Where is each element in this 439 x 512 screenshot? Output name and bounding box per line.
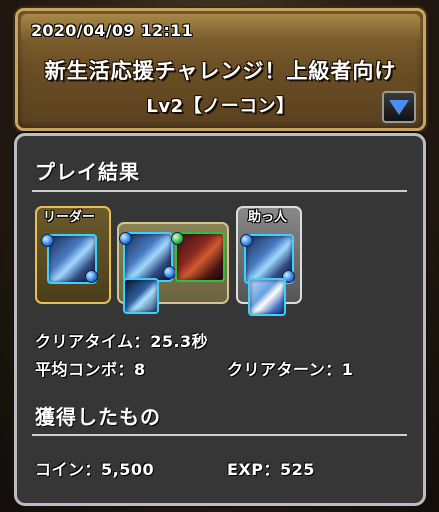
rewards-title: 獲得したもの bbox=[35, 405, 161, 429]
divider bbox=[32, 434, 407, 436]
average-combo-label: 平均コンボ： bbox=[35, 360, 135, 379]
clear-turn: クリアターン：1 bbox=[227, 356, 353, 380]
leader-slot[interactable]: リーダー bbox=[35, 206, 111, 304]
clear-time: クリアタイム：25.3秒 bbox=[35, 328, 208, 352]
clear-time-value: 25.3秒 bbox=[150, 332, 209, 351]
play-result-title: プレイ結果 bbox=[35, 160, 140, 184]
helper-assist-monster-icon[interactable] bbox=[248, 278, 286, 316]
clear-turn-label: クリアターン： bbox=[227, 360, 342, 379]
triangle-down-icon bbox=[389, 100, 409, 115]
dungeon-name: 新生活応援チャレンジ！上級者向け bbox=[44, 59, 397, 83]
sub-members-slot bbox=[117, 222, 229, 314]
attribute-orb-icon bbox=[41, 234, 54, 247]
sub-assist-monster-icon[interactable] bbox=[123, 278, 159, 314]
coin-reward: コイン：5,500 bbox=[35, 456, 154, 480]
attribute-orb-icon bbox=[85, 270, 98, 283]
dungeon-difficulty: Lv2【ノーコン】 bbox=[146, 96, 295, 117]
average-combo-value: 8 bbox=[134, 360, 146, 379]
exp-reward: EXP：525 bbox=[227, 456, 315, 480]
clear-time-label: クリアタイム： bbox=[35, 332, 151, 351]
dungeon-banner[interactable]: 2020/04/09 12:11 新生活応援チャレンジ！上級者向け Lv2【ノー… bbox=[15, 8, 426, 131]
coin-label: コイン： bbox=[35, 460, 102, 479]
attribute-orb-icon bbox=[171, 232, 184, 245]
coin-value: 5,500 bbox=[101, 460, 155, 479]
attribute-orb-icon bbox=[240, 234, 253, 247]
average-combo: 平均コンボ：8 bbox=[35, 356, 146, 380]
clear-turn-value: 1 bbox=[341, 360, 354, 379]
result-panel: プレイ結果 リーダー 助っ人 クリアタイム：25.3秒 平均コンボ：8 クリアタ… bbox=[14, 133, 426, 506]
dropdown-button[interactable] bbox=[382, 91, 416, 123]
helper-slot[interactable]: 助っ人 bbox=[236, 206, 302, 316]
exp-label: EXP： bbox=[227, 460, 280, 479]
helper-tag: 助っ人 bbox=[248, 210, 288, 225]
exp-value: 525 bbox=[280, 460, 315, 479]
leader-tag: リーダー bbox=[43, 210, 96, 225]
attribute-orb-icon bbox=[119, 232, 132, 245]
divider bbox=[32, 190, 407, 192]
play-datetime: 2020/04/09 12:11 bbox=[31, 21, 194, 40]
